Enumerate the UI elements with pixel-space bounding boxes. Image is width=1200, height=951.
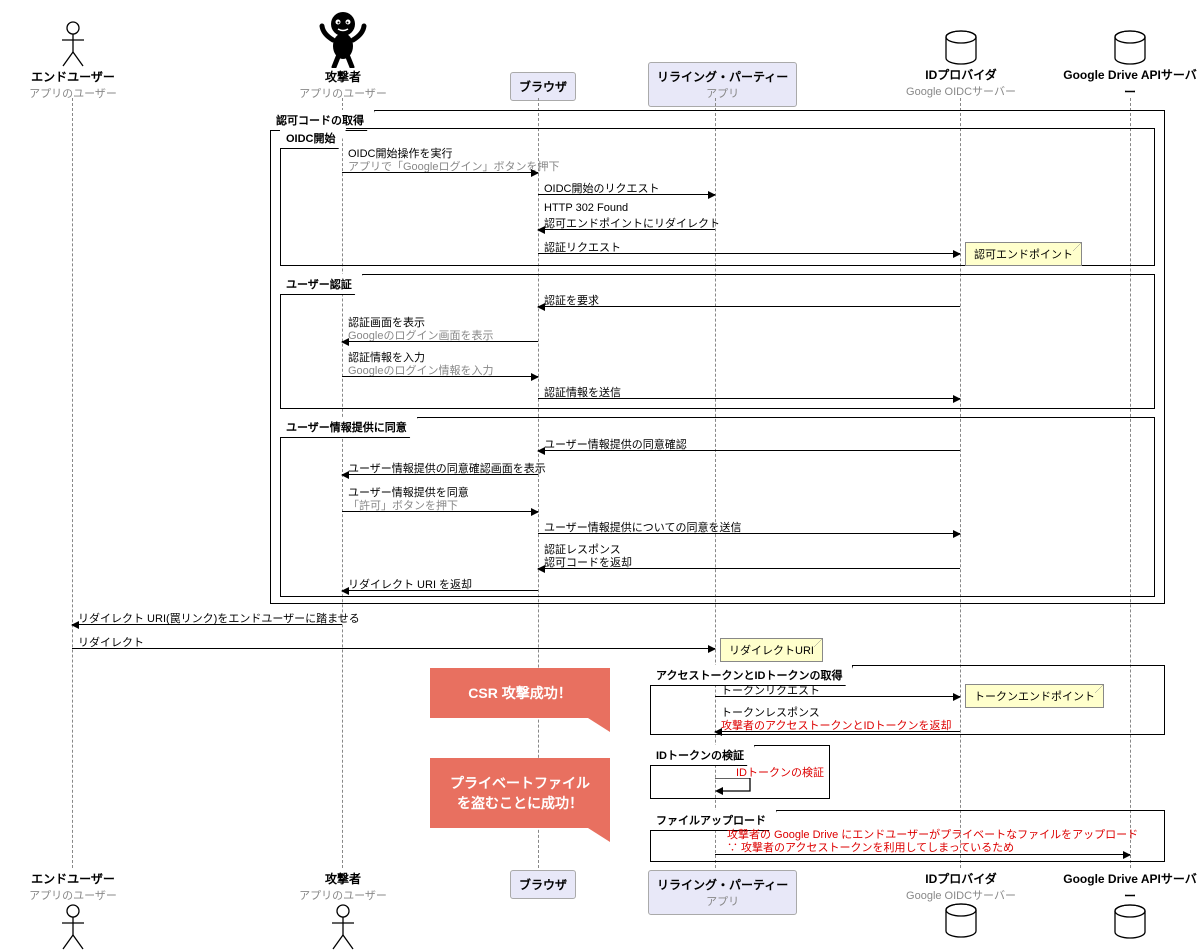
participant-browser-top: ブラウザ: [510, 72, 576, 101]
arrow-m18: [715, 731, 960, 732]
arrow-m9: [538, 450, 960, 451]
frame-oidc-start-label: OIDC開始: [280, 128, 347, 149]
callout-csr-success: CSR 攻撃成功！: [430, 668, 610, 718]
note-token-endpoint: トークンエンドポイント: [965, 684, 1104, 708]
frame-consent-label: ユーザー情報提供に同意: [280, 417, 418, 438]
lifeline-enduser: [72, 98, 73, 868]
arrow-m6: [342, 341, 538, 342]
attacker-label: 攻撃者: [283, 68, 403, 85]
participant-attacker-top: 攻撃者 アプリのユーザー: [283, 10, 403, 101]
participant-enduser-bottom: エンドユーザー アプリのユーザー: [18, 870, 128, 951]
callout-csr-text: CSR 攻撃成功！: [468, 685, 571, 701]
arrow-m12: [538, 533, 960, 534]
actor-icon: [328, 903, 358, 951]
participant-idp-top: IDプロバイダ Google OIDCサーバー: [896, 30, 1026, 99]
arrow-m3: [538, 229, 715, 230]
arrow-m2: [538, 194, 715, 195]
arrow-m8: [538, 398, 960, 399]
enduser-label: エンドユーザー: [18, 68, 128, 85]
arrow-m10: [342, 474, 538, 475]
arrow-m16: [72, 648, 715, 649]
participant-browser-bottom: ブラウザ: [510, 870, 576, 899]
rp-sublabel: アプリ: [657, 85, 788, 101]
idp-label: IDプロバイダ: [896, 66, 1026, 83]
enduser-label-b: エンドユーザー: [18, 870, 128, 887]
msg-upload-b: ∵ 攻撃者のアクセストークンを利用してしまっているため: [727, 839, 1014, 855]
browser-label-b: ブラウザ: [519, 878, 567, 892]
idp-sub-b: Google OIDCサーバー: [896, 887, 1026, 903]
rp-sub-b: アプリ: [657, 893, 788, 909]
participant-rp-bottom: リライング・パーティー アプリ: [648, 870, 797, 915]
database-icon: [943, 903, 979, 939]
arrow-m17: [715, 696, 960, 697]
participant-rp-top: リライング・パーティー アプリ: [648, 62, 797, 107]
arrow-m4: [538, 253, 960, 254]
idp-label-b: IDプロバイダ: [896, 870, 1026, 887]
participant-attacker-bottom: 攻撃者 アプリのユーザー: [283, 870, 403, 951]
msg-302-a: HTTP 302 Found: [544, 202, 628, 214]
note-redirect-uri: リダイレクトURI: [720, 638, 823, 662]
enduser-sublabel: アプリのユーザー: [18, 85, 128, 101]
database-icon: [1112, 30, 1148, 66]
rp-label: リライング・パーティー: [657, 68, 788, 85]
database-icon: [943, 30, 979, 66]
drive-label: Google Drive APIサーバー: [1060, 66, 1200, 100]
database-icon: [1112, 904, 1148, 940]
actor-icon: [58, 903, 88, 951]
callout-steal-text: プライベートファイルを盗むことに成功！: [450, 775, 590, 811]
arrow-m1: [342, 172, 538, 173]
arrow-m5: [538, 306, 960, 307]
note-auth-endpoint: 認可エンドポイント: [965, 242, 1082, 266]
attacker-sublabel: アプリのユーザー: [283, 85, 403, 101]
arrow-m20: [715, 854, 1130, 855]
browser-label: ブラウザ: [519, 80, 567, 94]
participant-enduser-top: エンドユーザー アプリのユーザー: [18, 20, 128, 101]
drive-label-b: Google Drive APIサーバー: [1060, 870, 1200, 904]
frame-user-auth-label: ユーザー認証: [280, 274, 363, 295]
actor-icon: [58, 20, 88, 68]
arrow-m14: [342, 590, 538, 591]
self-arrow: [715, 778, 760, 798]
frame-verify-label: IDトークンの検証: [650, 745, 755, 766]
participant-idp-bottom: IDプロバイダ Google OIDCサーバー: [896, 870, 1026, 939]
attacker-icon: [318, 10, 368, 68]
callout-steal-success: プライベートファイルを盗むことに成功！: [430, 758, 610, 828]
attacker-label-b: 攻撃者: [283, 870, 403, 887]
arrow-m15: [72, 624, 342, 625]
rp-label-b: リライング・パーティー: [657, 876, 788, 893]
participant-drive-bottom: Google Drive APIサーバー: [1060, 870, 1200, 940]
idp-sublabel: Google OIDCサーバー: [896, 83, 1026, 99]
arrow-m11: [342, 511, 538, 512]
attacker-sub-b: アプリのユーザー: [283, 887, 403, 903]
arrow-m7: [342, 376, 538, 377]
participant-drive-top: Google Drive APIサーバー: [1060, 30, 1200, 100]
arrow-m13: [538, 568, 960, 569]
enduser-sub-b: アプリのユーザー: [18, 887, 128, 903]
